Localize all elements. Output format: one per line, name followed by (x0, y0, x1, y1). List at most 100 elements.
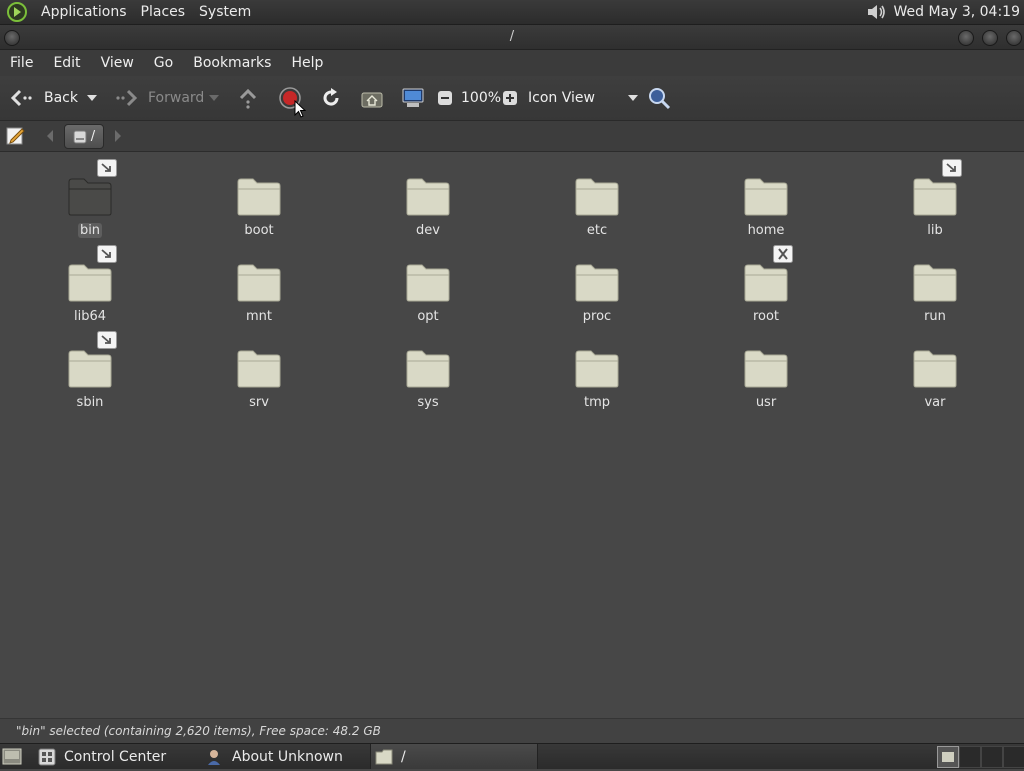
folder-item[interactable]: opt (373, 263, 483, 324)
folder-name: dev (416, 223, 440, 238)
menu-file[interactable]: File (0, 55, 43, 71)
distro-logo-icon[interactable] (6, 1, 28, 23)
computer-icon (402, 88, 424, 107)
menu-help[interactable]: Help (281, 55, 333, 71)
folder-name: bin (77, 223, 103, 238)
places-menu[interactable]: Places (134, 4, 193, 20)
up-button[interactable] (237, 76, 259, 120)
folder-icon (375, 749, 393, 764)
icon-view[interactable]: bin boot dev etc home lib lib64 mnt opt proc root r… (0, 152, 1024, 717)
menu-go[interactable]: Go (144, 55, 183, 71)
workspace-3[interactable] (981, 746, 1003, 768)
folder-item[interactable]: bin (35, 159, 145, 238)
zoom-level-label: 100% (461, 90, 502, 106)
folder-item[interactable]: boot (204, 177, 314, 238)
folder-item[interactable]: mnt (204, 263, 314, 324)
folder-item[interactable]: sbin (35, 331, 145, 410)
folder-name: home (747, 223, 785, 238)
menu-edit[interactable]: Edit (43, 55, 90, 71)
folder-name: sbin (76, 395, 104, 410)
mouse-cursor-icon (294, 100, 306, 118)
folder-icon (237, 264, 281, 302)
unreadable-emblem-icon (773, 245, 793, 263)
task-label: About Unknown (232, 748, 343, 765)
task-control-center[interactable]: Control Center (34, 744, 194, 769)
folder-item[interactable]: sys (373, 349, 483, 410)
chevron-right-icon (115, 130, 121, 142)
folder-item[interactable]: root (711, 245, 821, 324)
folder-item[interactable]: dev (373, 177, 483, 238)
folder-item[interactable]: usr (711, 349, 821, 410)
folder-item[interactable]: srv (204, 349, 314, 410)
zoom-in-button[interactable] (502, 76, 518, 120)
forward-button[interactable]: Forward (114, 76, 204, 120)
toggle-location-entry-button[interactable] (6, 126, 26, 150)
back-history-dropdown[interactable] (86, 76, 98, 120)
path-button-label: / (90, 129, 96, 144)
reload-icon (323, 88, 339, 106)
taskbar: Control Center About Unknown / (0, 743, 1024, 769)
menu-bookmarks[interactable]: Bookmarks (183, 55, 281, 71)
folder-item[interactable]: lib64 (35, 245, 145, 324)
task-about-me[interactable]: About Unknown (202, 744, 366, 769)
folder-icon (575, 350, 619, 388)
folder-item[interactable]: etc (542, 177, 652, 238)
menubar: File Edit View Go Bookmarks Help (0, 50, 1024, 76)
symlink-emblem-icon (97, 245, 117, 263)
path-scroll-right-button[interactable] (112, 128, 124, 148)
folder-item[interactable]: lib (880, 159, 990, 238)
folder-icon (913, 350, 957, 388)
zoom-out-button[interactable] (437, 76, 453, 120)
location-bar: / (0, 121, 1024, 152)
home-button[interactable] (360, 76, 384, 120)
applications-menu[interactable]: Applications (34, 4, 134, 20)
path-button-root[interactable]: / (64, 124, 104, 149)
chevron-down-icon (627, 95, 638, 101)
workspace-4[interactable] (1003, 746, 1024, 768)
stop-button[interactable] (278, 76, 306, 120)
folder-icon (575, 264, 619, 302)
task-label: / (401, 748, 406, 765)
folder-item[interactable]: var (880, 349, 990, 410)
task-file-browser[interactable]: / (370, 744, 538, 769)
folder-name: proc (582, 309, 612, 324)
reload-button[interactable] (320, 76, 342, 120)
folder-name: lib64 (73, 309, 107, 324)
zoom-level[interactable]: 100% (461, 76, 501, 120)
window-titlebar[interactable]: / (0, 25, 1024, 50)
forward-arrow-icon (116, 89, 138, 107)
chevron-down-icon (87, 95, 97, 101)
folder-icon (744, 178, 788, 216)
show-desktop-button[interactable] (2, 747, 22, 770)
statusbar: "bin" selected (containing 2,620 items),… (0, 718, 1024, 744)
clock[interactable]: Wed May 3, 04:19 (893, 4, 1020, 20)
about-me-icon (208, 749, 220, 765)
folder-item[interactable]: proc (542, 263, 652, 324)
folder-name: sys (417, 395, 439, 410)
folder-name: root (752, 309, 780, 324)
computer-button[interactable] (401, 76, 425, 120)
zoom-out-icon (438, 91, 452, 105)
edit-location-icon (6, 127, 25, 145)
close-button[interactable] (1006, 30, 1022, 46)
folder-name: srv (249, 395, 269, 410)
path-scroll-left-button[interactable] (44, 128, 56, 148)
view-mode-select[interactable]: Icon View (528, 76, 639, 120)
volume-icon[interactable] (865, 2, 887, 22)
folder-item[interactable]: tmp (542, 349, 652, 410)
folder-icon (406, 264, 450, 302)
back-button[interactable]: Back (8, 76, 78, 120)
folder-item[interactable]: run (880, 263, 990, 324)
window-title: / (509, 29, 515, 44)
folder-icon (68, 350, 112, 388)
menu-view[interactable]: View (91, 55, 144, 71)
system-menu[interactable]: System (192, 4, 258, 20)
search-button[interactable] (647, 76, 671, 120)
workspace-1[interactable] (937, 746, 959, 768)
minimize-button[interactable] (958, 30, 974, 46)
maximize-button[interactable] (982, 30, 998, 46)
search-icon (649, 88, 671, 110)
workspace-2[interactable] (959, 746, 981, 768)
folder-item[interactable]: home (711, 177, 821, 238)
forward-history-dropdown[interactable] (208, 76, 220, 120)
